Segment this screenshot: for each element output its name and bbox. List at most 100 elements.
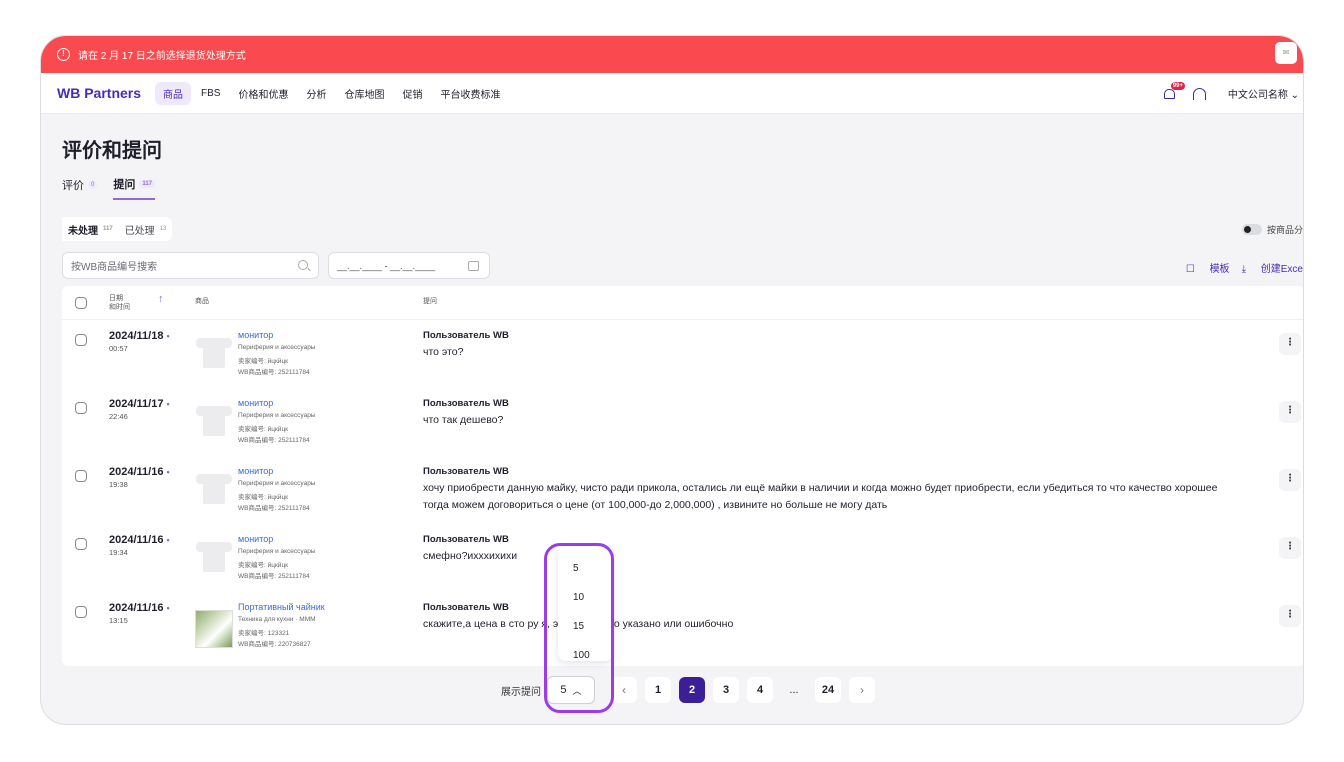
table-actions: ☐ 模板 ⤓ 创建Exce — [1174, 260, 1303, 275]
group-toggle-label: 按商品分 — [1266, 225, 1303, 235]
row-date-text: 2024/11/17 — [109, 398, 164, 410]
header-datetime[interactable]: 日期 和时间 — [109, 294, 130, 312]
sort-arrow-up-icon[interactable]: ↑ — [158, 293, 164, 305]
segment-unprocessed[interactable]: 未处理 117 — [62, 217, 119, 241]
product-name-link[interactable]: монитор — [238, 534, 273, 544]
template-label: 模板 — [1209, 264, 1230, 275]
table-header: 日期 和时间 ↑ 商品 提问 — [62, 286, 1303, 320]
table-row[interactable]: 2024/11/16 • 13:15 Портативный чайник Те… — [62, 592, 1303, 660]
nav-item-products[interactable]: 商品 — [155, 81, 192, 105]
page-button-2[interactable]: 2 — [679, 677, 705, 703]
header-product: 商品 — [195, 298, 209, 305]
nav-item-fbs[interactable]: FBS — [201, 88, 220, 99]
wb-sku: WB商品编号: 252111784 — [238, 369, 310, 376]
product-thumbnail[interactable] — [195, 332, 235, 374]
table-row[interactable]: 2024/11/16 • 19:34 монитор Периферия и а… — [62, 524, 1303, 592]
wb-sku: WB商品编号: 220736827 — [238, 641, 311, 648]
nav-item-prices[interactable]: 价格和优惠 — [238, 86, 288, 101]
question-author: Пользователь WB — [423, 534, 509, 545]
main-tabs: 评价 0 提问 117 — [62, 176, 171, 200]
export-excel-button[interactable]: ⤓ 创建Exce — [1242, 260, 1303, 275]
status-segment: 未处理 117 已处理 13 — [62, 217, 173, 241]
segment-processed[interactable]: 已处理 13 — [119, 217, 173, 241]
product-category: Периферия и аксессуары — [238, 548, 316, 555]
template-button[interactable]: ☐ 模板 — [1186, 260, 1230, 275]
row-date: 2024/11/16 • — [109, 466, 170, 478]
page-button-3[interactable]: 3 — [713, 677, 739, 703]
row-checkbox[interactable] — [75, 538, 87, 550]
group-by-product-toggle[interactable]: 按商品分 — [1241, 223, 1303, 236]
row-checkbox[interactable] — [75, 470, 87, 482]
dropdown-option-10[interactable]: 10 — [573, 592, 584, 603]
more-options-button[interactable]: ⋮ — [1279, 537, 1301, 559]
bell-icon[interactable]: 99+ — [1163, 81, 1186, 101]
product-thumbnail[interactable] — [195, 536, 235, 578]
page-button-4[interactable]: 4 — [747, 677, 773, 703]
tab-reviews-label: 评价 — [62, 180, 84, 192]
product-thumbnail[interactable] — [195, 604, 235, 648]
product-name-link[interactable]: монитор — [238, 466, 273, 476]
header-question: 提问 — [423, 298, 437, 305]
more-options-button[interactable]: ⋮ — [1279, 605, 1301, 627]
row-date: 2024/11/16 • — [109, 534, 170, 546]
more-options-button[interactable]: ⋮ — [1279, 333, 1301, 355]
row-checkbox[interactable] — [75, 402, 87, 414]
support-headset-icon[interactable] — [1192, 87, 1206, 100]
nav-item-promotions[interactable]: 促销 — [402, 86, 422, 101]
more-options-button[interactable]: ⋮ — [1279, 469, 1301, 491]
product-name-link[interactable]: монитор — [238, 398, 273, 408]
date-range-placeholder: __.__.____ - __.__.____ — [337, 260, 436, 271]
row-time: 19:34 — [109, 548, 128, 557]
select-all-checkbox[interactable] — [75, 297, 87, 309]
search-icon[interactable] — [298, 260, 308, 270]
tab-reviews[interactable]: 评价 0 — [62, 176, 98, 200]
table-row[interactable]: 2024/11/18 • 00:57 монитор Периферия и а… — [62, 320, 1303, 388]
prev-page-button[interactable]: ‹ — [611, 677, 637, 703]
nav-item-warehouse-map[interactable]: 仓库地图 — [344, 86, 384, 101]
product-name-link[interactable]: монитор — [238, 330, 273, 340]
row-checkbox[interactable] — [75, 606, 87, 618]
page-size-value: 5 — [560, 684, 567, 696]
product-category: Техника для кухни · МММ — [238, 616, 316, 623]
dropdown-option-5[interactable]: 5 — [573, 563, 579, 574]
calendar-icon[interactable] — [468, 261, 479, 271]
table-row[interactable]: 2024/11/17 • 22:46 монитор Периферия и а… — [62, 388, 1303, 456]
unread-dot-icon: • — [166, 399, 170, 409]
product-name-link[interactable]: Портативный чайник — [238, 602, 325, 612]
row-time: 13:15 — [109, 616, 128, 625]
row-date-text: 2024/11/16 — [109, 466, 164, 478]
question-text: хочу приобрести данную майку, чисто ради… — [423, 482, 1218, 511]
page-title: 评价和提问 — [62, 140, 162, 162]
nav-item-analytics[interactable]: 分析 — [306, 86, 326, 101]
nav-item-fees[interactable]: 平台收费标准 — [440, 86, 500, 101]
unread-dot-icon: • — [166, 535, 170, 545]
dropdown-option-15[interactable]: 15 — [573, 621, 584, 632]
company-selector[interactable]: 中文公司名称 ⌄ — [1228, 86, 1299, 101]
tab-reviews-count: 0 — [88, 181, 98, 189]
dropdown-option-100[interactable]: 100 — [573, 650, 590, 661]
alert-action-button[interactable]: ✉ — [1275, 42, 1297, 64]
more-options-button[interactable]: ⋮ — [1279, 401, 1301, 423]
search-input[interactable]: 按WB商品编号搜索 — [62, 252, 319, 279]
chevron-up-icon: ︿ — [572, 685, 582, 696]
page-button-24[interactable]: 24 — [815, 677, 841, 703]
segment-unprocessed-label: 未处理 — [68, 225, 98, 237]
next-page-button[interactable]: › — [849, 677, 875, 703]
tab-questions[interactable]: 提问 117 — [113, 176, 156, 200]
row-checkbox[interactable] — [75, 334, 87, 346]
page-button-1[interactable]: 1 — [645, 677, 671, 703]
logo[interactable]: WB Partners — [57, 85, 141, 101]
wb-sku: WB商品编号: 252111784 — [238, 437, 310, 444]
product-thumbnail[interactable] — [195, 400, 235, 442]
page-size-label: 展示提问 — [501, 686, 541, 698]
toggle-switch[interactable] — [1241, 224, 1262, 235]
table-row[interactable]: 2024/11/16 • 19:38 монитор Периферия и а… — [62, 456, 1303, 524]
page-size-select[interactable]: 5 ︿ — [547, 676, 595, 704]
info-icon: ! — [57, 48, 70, 61]
seller-sku: 卖家编号: йцкйцк — [238, 494, 289, 501]
wb-sku: WB商品编号: 252111784 — [238, 505, 310, 512]
question-text: скажите,а цена в сто ру я, это всё верно… — [423, 618, 734, 630]
date-range-input[interactable]: __.__.____ - __.__.____ — [328, 252, 490, 279]
product-thumbnail[interactable] — [195, 468, 235, 510]
question-text: смефно?ихххихихи — [423, 550, 518, 562]
